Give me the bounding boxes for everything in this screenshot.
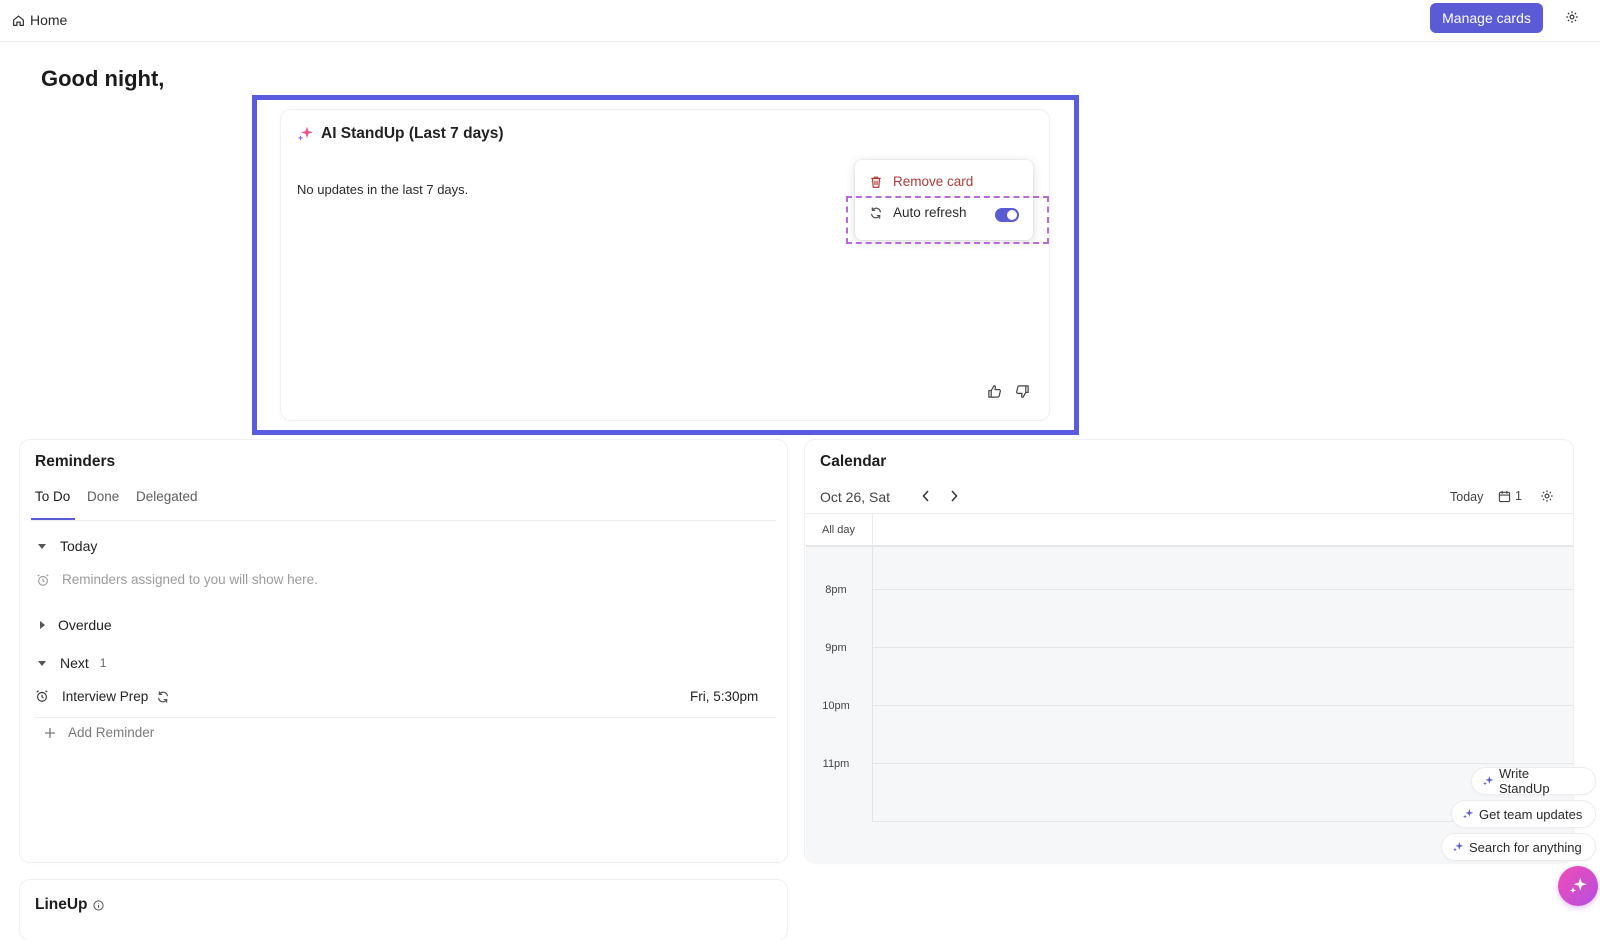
reminder-due-time: Fri, 5:30pm <box>690 689 759 704</box>
breadcrumb-home[interactable]: Home <box>12 10 67 30</box>
group-overdue[interactable]: Overdue <box>38 617 112 633</box>
calendar-icon <box>1498 490 1511 503</box>
group-count: 1 <box>99 656 107 670</box>
group-label: Today <box>60 538 98 554</box>
focus-highlight-dashed <box>846 196 1049 244</box>
group-today[interactable]: Today <box>38 538 97 554</box>
calendar-today-button[interactable]: Today <box>1450 490 1483 504</box>
gear-icon[interactable] <box>1565 10 1583 28</box>
reminder-item[interactable]: Interview Prep <box>36 689 170 704</box>
sparkle-icon <box>1568 876 1588 896</box>
tab-delegated[interactable]: Delegated <box>136 489 198 504</box>
lineup-header: LineUp <box>35 896 104 914</box>
write-standup-button[interactable]: Write StandUp <box>1472 766 1595 796</box>
hour-line <box>873 589 1573 590</box>
active-tab-indicator <box>31 518 75 520</box>
row-divider <box>35 717 776 718</box>
reminders-title: Reminders <box>35 453 116 470</box>
tab-to-do[interactable]: To Do <box>35 489 70 504</box>
sparkle-icon <box>1462 808 1474 820</box>
plus-icon <box>44 727 56 739</box>
ai-assistant-button[interactable] <box>1558 866 1598 906</box>
all-day-label: All day <box>822 524 856 536</box>
calendar-header-divider <box>806 513 1573 514</box>
alarm-clock-icon <box>35 689 49 703</box>
time-column-divider <box>872 545 873 822</box>
action-label: Write StandUp <box>1499 766 1550 796</box>
chevron-right-icon[interactable] <box>949 489 959 503</box>
remove-card-menu-item[interactable]: Remove card <box>869 174 973 189</box>
sparkle-icon <box>1482 775 1494 787</box>
add-reminder-button[interactable]: Add Reminder <box>44 725 154 740</box>
calendar-date[interactable]: Oct 26, Sat <box>820 489 890 505</box>
lineup-card <box>20 880 787 940</box>
hour-label: 10pm <box>822 700 850 712</box>
home-icon <box>12 14 25 27</box>
tabs-divider <box>31 520 776 521</box>
info-icon[interactable] <box>92 899 104 911</box>
calendar-title: Calendar <box>820 453 887 470</box>
get-team-updates-button[interactable]: Get team updates <box>1452 801 1595 827</box>
manage-cards-button[interactable]: Manage cards <box>1430 3 1543 33</box>
greeting-heading: Good night, <box>41 66 165 91</box>
group-next[interactable]: Next 1 <box>38 655 106 671</box>
calendar-view-days: 1 <box>1515 489 1522 503</box>
tab-done[interactable]: Done <box>87 489 119 504</box>
caret-down-icon <box>38 543 46 549</box>
hour-line <box>873 647 1573 648</box>
top-bar <box>0 0 1600 42</box>
alarm-clock-icon <box>36 573 50 587</box>
action-label: Search for anything <box>1469 839 1582 855</box>
group-label: Next <box>60 655 89 671</box>
action-label: Get team updates <box>1479 806 1583 822</box>
lineup-title: LineUp <box>35 896 88 913</box>
trash-icon <box>869 175 883 189</box>
hour-line <box>873 763 1573 764</box>
hour-label: 8pm <box>825 584 847 596</box>
gear-icon[interactable] <box>1540 489 1555 504</box>
caret-right-icon <box>40 621 45 629</box>
empty-text: Reminders assigned to you will show here… <box>62 572 318 587</box>
search-for-anything-button[interactable]: Search for anything <box>1442 834 1595 860</box>
calendar-view-selector[interactable]: 1 <box>1498 489 1522 503</box>
chevron-left-icon[interactable] <box>921 489 931 503</box>
focus-highlight-frame <box>252 95 1079 435</box>
hour-label: 9pm <box>825 642 847 654</box>
reminder-name: Interview Prep <box>62 689 149 704</box>
hour-line <box>873 705 1573 706</box>
recurring-icon <box>156 690 170 704</box>
all-day-divider <box>872 514 873 546</box>
hour-label: 11pm <box>822 758 850 770</box>
reminders-empty-state: Reminders assigned to you will show here… <box>36 572 318 587</box>
caret-down-icon <box>38 660 46 666</box>
remove-card-label: Remove card <box>893 174 974 189</box>
add-reminder-label: Add Reminder <box>68 725 155 740</box>
group-label: Overdue <box>58 617 112 633</box>
breadcrumb-label: Home <box>30 12 68 28</box>
sparkle-icon <box>1452 841 1464 853</box>
